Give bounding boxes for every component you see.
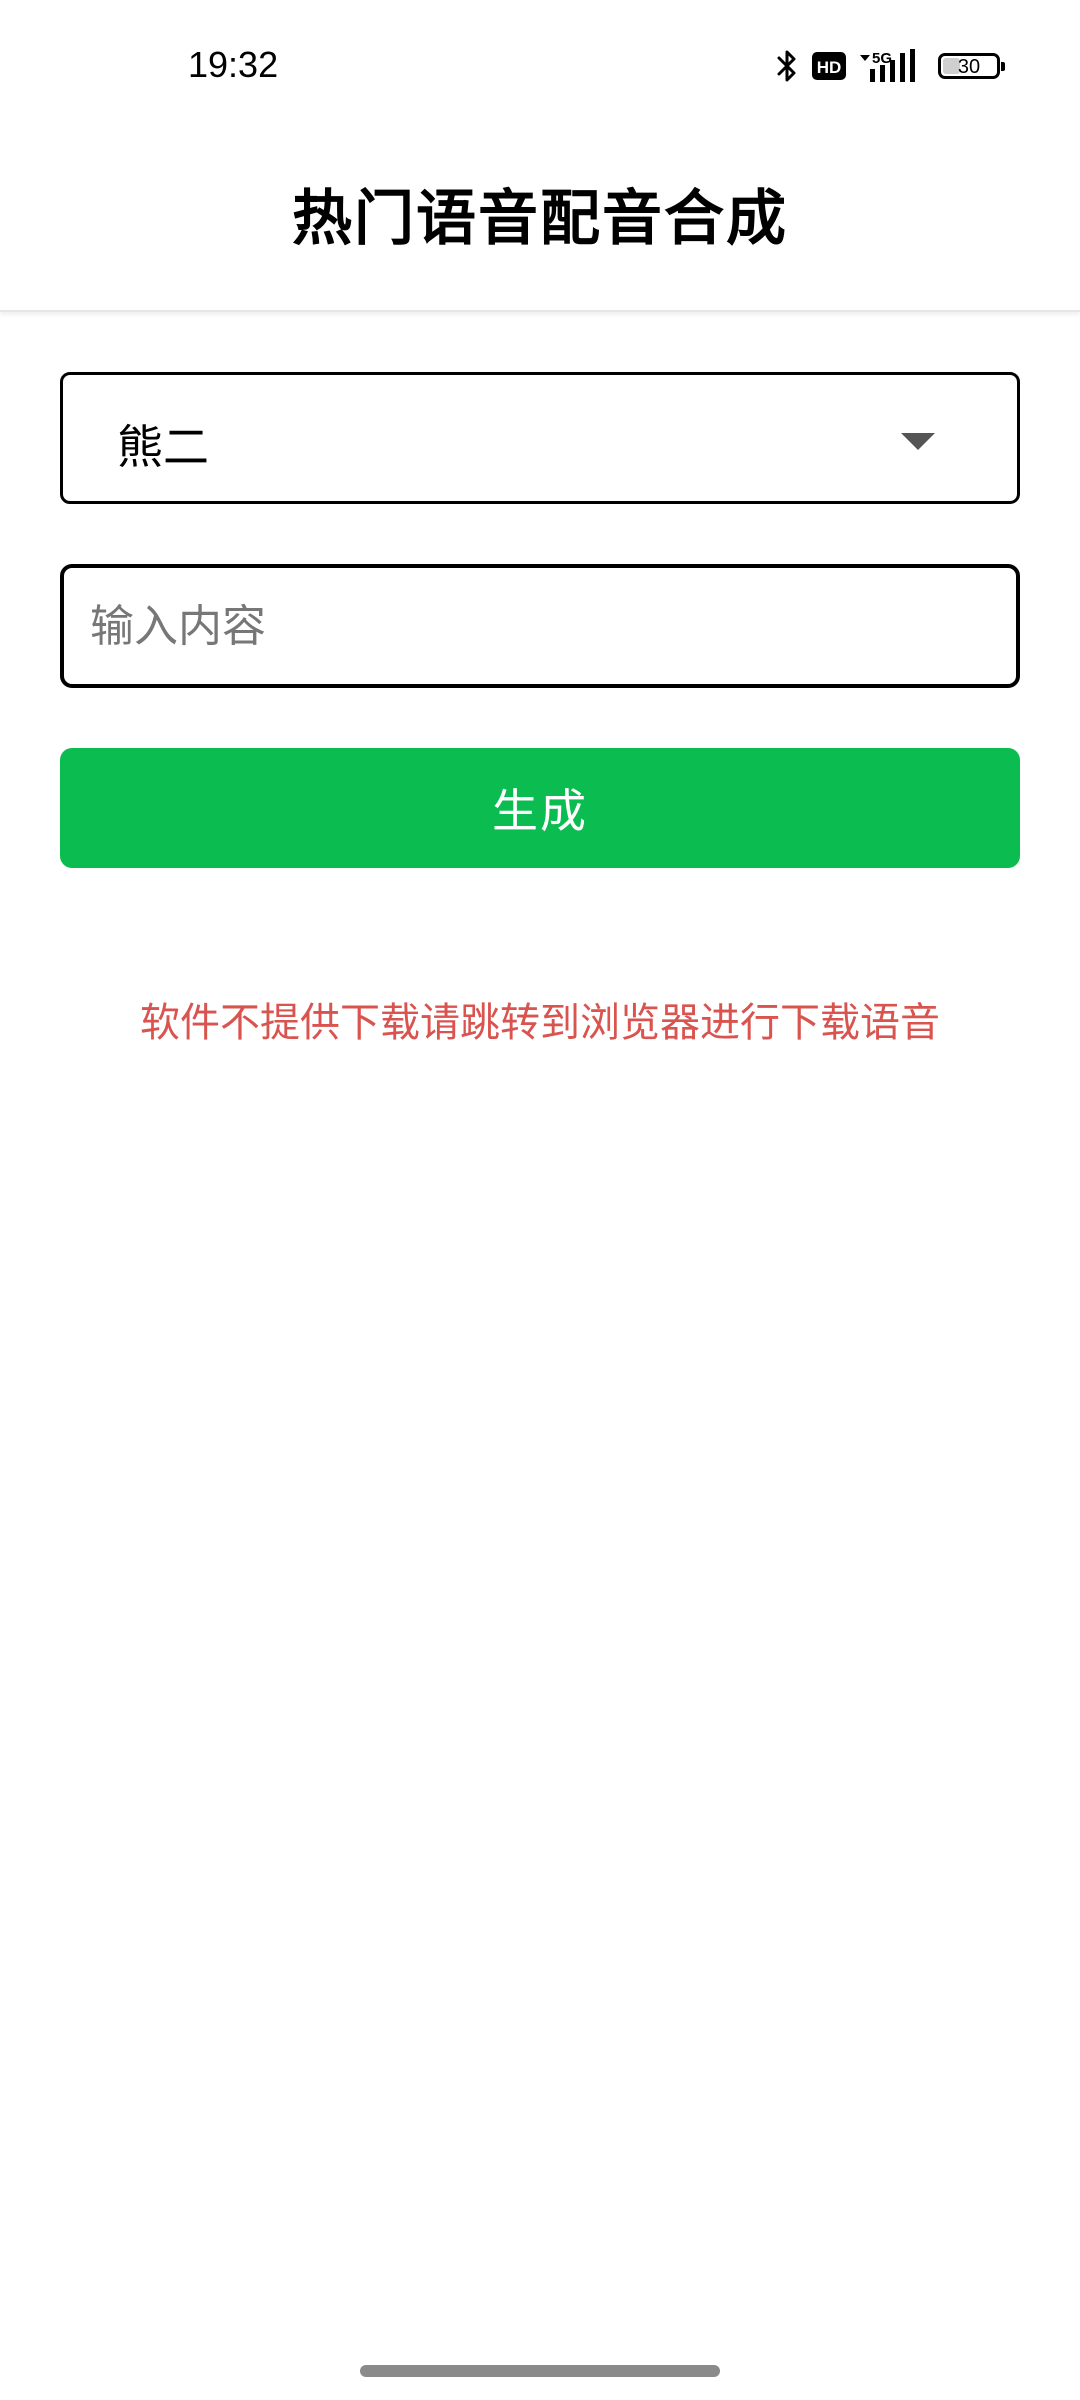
page-title: 热门语音配音合成 [292, 184, 788, 254]
status-bar: 19:32 HD 5G 30 [0, 0, 1080, 120]
hd-icon: HD [812, 52, 846, 80]
dropdown-arrow-icon [901, 433, 935, 450]
home-indicator[interactable] [360, 2365, 720, 2377]
hd-label: HD [817, 58, 842, 77]
voice-select-value: 熊二 [117, 420, 209, 474]
status-time: 19:32 [188, 44, 279, 85]
generate-button[interactable]: 生成 [60, 748, 1020, 868]
status-icons: HD 5G 30 [776, 46, 1005, 86]
battery-icon: 30 [938, 53, 1005, 79]
app-header: 热门语音配音合成 [0, 120, 1080, 312]
network-label: 5G [872, 50, 892, 67]
content-input[interactable] [60, 564, 1020, 688]
battery-level: 30 [957, 56, 981, 78]
voice-select[interactable]: 熊二 [60, 372, 1020, 504]
bluetooth-icon [776, 49, 798, 83]
5g-signal-icon: 5G [860, 49, 918, 83]
download-notice: 软件不提供下载请跳转到浏览器进行下载语音 [140, 1000, 940, 1046]
